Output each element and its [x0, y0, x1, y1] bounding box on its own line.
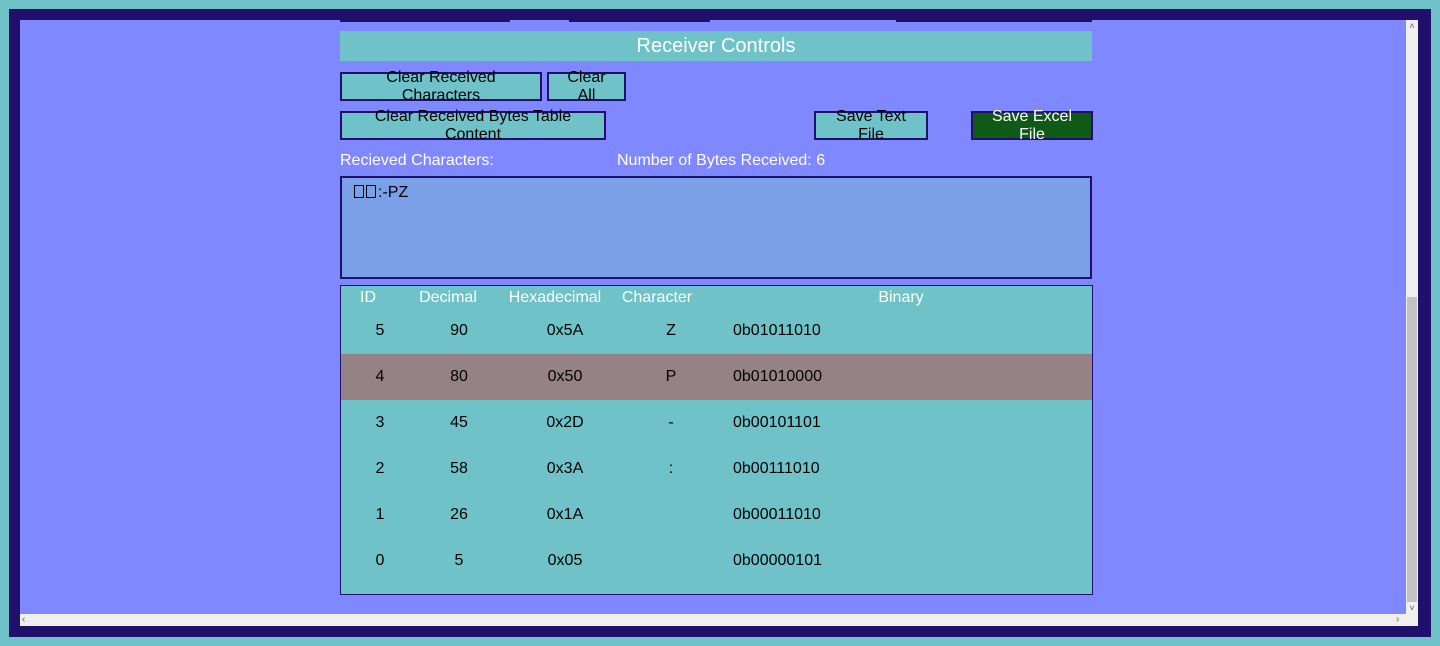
received-characters-label: Recieved Characters:	[340, 152, 494, 169]
clear-bytes-table-button[interactable]: Clear Received Bytes Table Content	[340, 108, 606, 143]
clear-received-characters-button[interactable]: Clear Received Characters	[340, 69, 542, 104]
table-row[interactable]: 1 26 0x1A 0b00011010	[341, 492, 1092, 538]
table-header: ID Decimal Hexadecimal Character Binary	[341, 286, 1092, 308]
save-excel-file-button[interactable]: Save Excel File	[971, 108, 1093, 143]
chevron-up-icon[interactable]: ˄	[1406, 20, 1418, 32]
table-row[interactable]: 0 5 0x05 0b00000101	[341, 538, 1092, 584]
cell-binary: 0b00011010	[733, 506, 821, 523]
cell-id: 5	[375, 322, 385, 339]
cell-id: 2	[375, 460, 385, 477]
vertical-scrollbar-thumb[interactable]	[1407, 297, 1417, 602]
scrollbar-corner	[1406, 614, 1418, 626]
bytes-received-count: Number of Bytes Received: 6	[617, 152, 826, 169]
missing-glyph-icon	[366, 185, 376, 198]
missing-glyph-icon	[354, 185, 364, 198]
cell-binary: 0b00101101	[733, 414, 821, 431]
cell-decimal: 5	[454, 552, 464, 569]
top-divider	[896, 20, 1092, 22]
cell-decimal: 26	[450, 506, 468, 523]
cell-binary: 0b01011010	[733, 322, 821, 339]
cell-hexadecimal: 0x3A	[546, 460, 584, 477]
cell-hexadecimal: 0x1A	[546, 506, 584, 523]
cell-hexadecimal: 0x5A	[546, 322, 584, 339]
received-characters-textbox[interactable]: :-PZ	[340, 176, 1092, 279]
cell-character: P	[665, 368, 677, 385]
cell-binary: 0b01010000	[733, 368, 822, 385]
cell-binary: 0b00111010	[733, 460, 820, 477]
cell-id: 3	[375, 414, 385, 431]
column-header-hexadecimal[interactable]: Hexadecimal	[505, 289, 605, 307]
chevron-down-icon[interactable]: ˅	[1406, 602, 1418, 614]
cell-character: Z	[666, 322, 676, 339]
cell-decimal: 58	[450, 460, 468, 477]
table-row[interactable]: 3 45 0x2D - 0b00101101	[341, 400, 1092, 446]
cell-decimal: 45	[450, 414, 468, 431]
chevron-right-icon[interactable]: ›	[1396, 614, 1399, 626]
cell-character: :	[668, 460, 674, 477]
cell-hexadecimal: 0x50	[547, 368, 583, 385]
cell-id: 1	[375, 506, 385, 523]
table-row[interactable]: 2 58 0x3A : 0b00111010	[341, 446, 1092, 492]
horizontal-scrollbar[interactable]: ‹ ›	[20, 614, 1406, 626]
cell-id: 4	[375, 368, 385, 385]
cell-binary: 0b00000101	[733, 552, 822, 569]
cell-decimal: 80	[450, 368, 468, 385]
cell-hexadecimal: 0x2D	[546, 414, 584, 431]
cell-hexadecimal: 0x05	[547, 552, 583, 569]
received-bytes-table[interactable]: ID Decimal Hexadecimal Character Binary …	[340, 285, 1093, 595]
column-header-binary[interactable]: Binary	[861, 289, 941, 307]
table-row-selected[interactable]: 4 80 0x50 P 0b01010000	[341, 354, 1092, 400]
save-text-file-button[interactable]: Save Text File	[814, 108, 928, 143]
cell-decimal: 90	[450, 322, 468, 339]
clear-all-button[interactable]: Clear All	[547, 69, 626, 104]
column-header-decimal[interactable]: Decimal	[413, 289, 483, 307]
received-text: :-PZ	[378, 184, 409, 201]
receiver-controls-header: Receiver Controls	[340, 31, 1092, 61]
column-header-id[interactable]: ID	[359, 289, 377, 307]
column-header-character[interactable]: Character	[621, 289, 693, 307]
chevron-left-icon[interactable]: ‹	[22, 614, 25, 626]
app-content: Receiver Controls Clear Received Charact…	[20, 20, 1406, 614]
cell-id: 0	[375, 552, 385, 569]
vertical-scrollbar[interactable]: ˄ ˅	[1406, 20, 1418, 614]
top-divider	[569, 20, 710, 22]
cell-character: -	[668, 414, 674, 431]
top-divider	[340, 20, 510, 22]
table-row[interactable]: 5 90 0x5A Z 0b01011010	[341, 308, 1092, 354]
